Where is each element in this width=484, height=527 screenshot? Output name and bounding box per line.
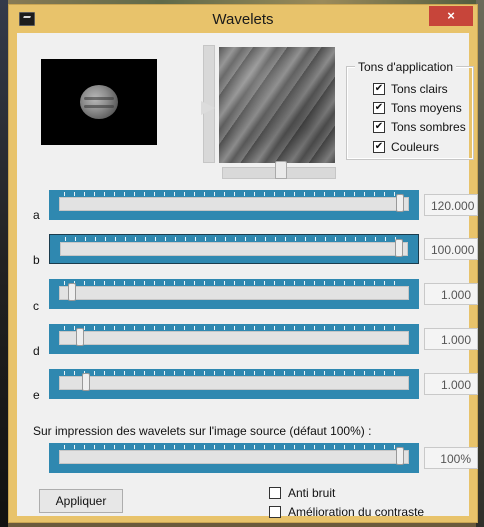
slider-ticks <box>64 281 404 285</box>
checkbox-label: Tons moyens <box>391 101 462 115</box>
close-button[interactable]: × <box>429 6 473 26</box>
slider-thumb[interactable] <box>82 373 90 391</box>
slider-e[interactable] <box>49 369 419 399</box>
wavelets-dialog: Wavelets × Tons d'application Tons clair… <box>8 4 478 523</box>
slider-thumb[interactable] <box>68 283 76 301</box>
checkbox-tons-moyens[interactable]: Tons moyens <box>373 100 462 116</box>
slider-ticks <box>64 326 404 330</box>
slider-d[interactable] <box>49 324 419 354</box>
overlay-slider[interactable] <box>49 443 419 473</box>
checkbox-label: Tons clairs <box>391 82 448 96</box>
checkbox-anti-bruit[interactable]: Anti bruit <box>269 485 335 501</box>
slider-track[interactable] <box>59 326 409 346</box>
checkbox-icon[interactable] <box>373 102 385 114</box>
value-field-c[interactable]: 1.000 <box>424 283 478 305</box>
slider-track[interactable] <box>59 371 409 391</box>
slider-thumb[interactable] <box>395 239 403 257</box>
slider-track[interactable] <box>59 281 409 301</box>
checkbox-tons-clairs[interactable]: Tons clairs <box>373 81 448 97</box>
checkbox-label: Anti bruit <box>288 486 336 500</box>
overlay-value-field[interactable]: 100% <box>424 447 478 469</box>
slider-track[interactable] <box>59 445 409 465</box>
slider-track[interactable] <box>60 237 408 257</box>
overlay-label: Sur impression des wavelets sur l'image … <box>33 424 372 438</box>
checkbox-icon[interactable] <box>373 141 385 153</box>
value-field-d[interactable]: 1.000 <box>424 328 478 350</box>
slider-b[interactable] <box>49 234 419 264</box>
slider-c[interactable] <box>49 279 419 309</box>
slider-label-a: a <box>33 208 40 222</box>
horizontal-pan-thumb[interactable] <box>275 161 287 179</box>
apply-button[interactable]: Appliquer <box>39 489 123 513</box>
window-title: Wavelets <box>212 11 274 28</box>
value-field-e[interactable]: 1.000 <box>424 373 478 395</box>
checkbox-amelioration-contraste[interactable]: Amélioration du contraste <box>269 504 424 520</box>
title-bar[interactable]: Wavelets × <box>9 5 477 33</box>
slider-ticks <box>65 237 403 241</box>
slider-thumb[interactable] <box>76 328 84 346</box>
slider-thumb[interactable] <box>396 447 404 465</box>
checkbox-icon[interactable] <box>373 121 385 133</box>
zoom-preview <box>219 47 335 163</box>
desktop-background-left <box>0 0 8 527</box>
value-field-a[interactable]: 120.000 <box>424 194 478 216</box>
slider-label-b: b <box>33 253 40 267</box>
slider-ticks <box>64 371 404 375</box>
slider-ticks <box>64 445 404 449</box>
checkbox-icon[interactable] <box>269 487 281 499</box>
value-field-b[interactable]: 100.000 <box>424 238 478 260</box>
checkbox-label: Amélioration du contraste <box>288 505 425 519</box>
vertical-pan-thumb[interactable] <box>201 101 215 115</box>
tones-group-title: Tons d'application <box>355 60 457 74</box>
planet-image <box>80 85 118 119</box>
source-preview <box>41 59 157 145</box>
slider-label-e: e <box>33 388 40 402</box>
slider-thumb[interactable] <box>396 194 404 212</box>
slider-label-c: c <box>33 299 39 313</box>
slider-track[interactable] <box>59 192 409 212</box>
dialog-client: Tons d'application Tons clairs Tons moye… <box>17 33 478 519</box>
slider-a[interactable] <box>49 190 419 220</box>
checkbox-couleurs[interactable]: Couleurs <box>373 139 439 155</box>
checkbox-label: Couleurs <box>391 140 440 154</box>
slider-label-d: d <box>33 344 40 358</box>
checkbox-icon[interactable] <box>373 83 385 95</box>
slider-ticks <box>64 192 404 196</box>
checkbox-label: Tons sombres <box>391 120 466 134</box>
checkbox-tons-sombres[interactable]: Tons sombres <box>373 119 466 135</box>
checkbox-icon[interactable] <box>269 506 281 518</box>
